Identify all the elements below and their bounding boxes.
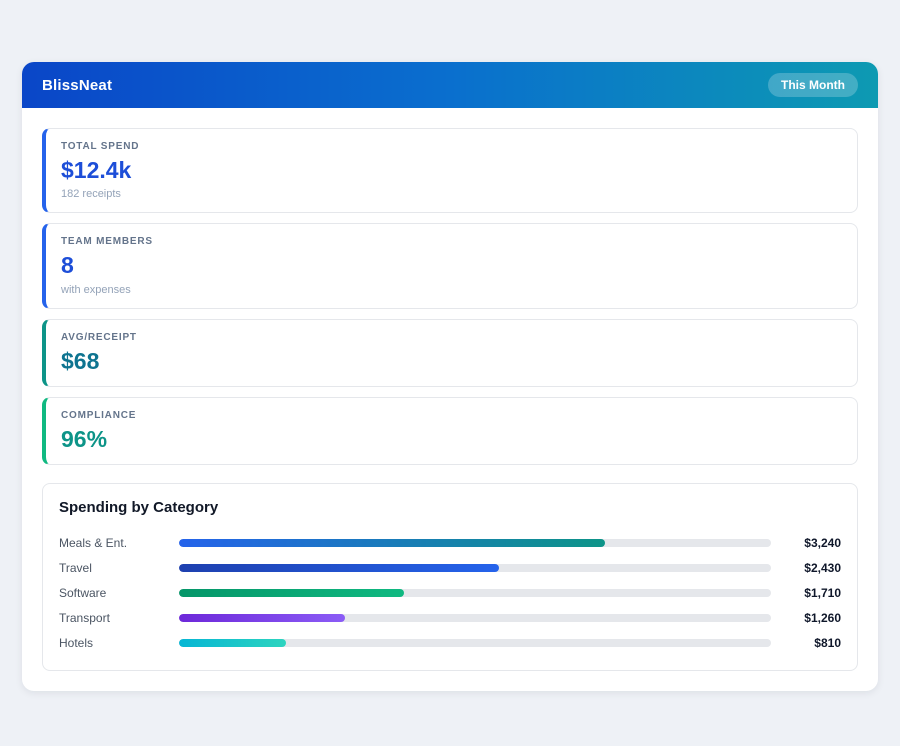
- bar-track: [179, 614, 771, 622]
- stat-value: 96%: [61, 427, 842, 452]
- stat-card-total-spend: TOTAL SPEND $12.4k 182 receipts: [42, 128, 858, 213]
- stat-caption: 182 receipts: [61, 188, 842, 200]
- bar-fill: [179, 589, 404, 597]
- category-label: Software: [59, 586, 179, 600]
- chart-title: Spending by Category: [59, 499, 841, 516]
- category-value: $1,710: [771, 586, 841, 600]
- category-value: $1,260: [771, 611, 841, 625]
- category-value: $810: [771, 636, 841, 650]
- dashboard-card: BlissNeat This Month TOTAL SPEND $12.4k …: [22, 62, 878, 691]
- stat-label: TEAM MEMBERS: [61, 236, 842, 247]
- stat-value: $12.4k: [61, 158, 842, 183]
- stat-value: $68: [61, 349, 842, 374]
- category-value: $2,430: [771, 561, 841, 575]
- stat-label: TOTAL SPEND: [61, 141, 842, 152]
- dashboard-content: TOTAL SPEND $12.4k 182 receipts TEAM MEM…: [22, 108, 878, 691]
- bar-fill: [179, 614, 345, 622]
- category-label: Meals & Ent.: [59, 536, 179, 550]
- spending-by-category-card: Spending by Category Meals & Ent. $3,240…: [42, 483, 858, 671]
- stat-label: COMPLIANCE: [61, 410, 842, 421]
- app-header: BlissNeat This Month: [22, 62, 878, 108]
- category-value: $3,240: [771, 536, 841, 550]
- category-label: Travel: [59, 561, 179, 575]
- bar-fill: [179, 539, 605, 547]
- category-row-software: Software $1,710: [59, 580, 841, 605]
- bar-fill: [179, 564, 499, 572]
- bar-fill: [179, 639, 286, 647]
- stat-caption: with expenses: [61, 284, 842, 296]
- stat-label: AVG/RECEIPT: [61, 332, 842, 343]
- category-row-travel: Travel $2,430: [59, 555, 841, 580]
- bar-track: [179, 589, 771, 597]
- stat-card-team-members: TEAM MEMBERS 8 with expenses: [42, 223, 858, 308]
- period-badge[interactable]: This Month: [768, 73, 858, 97]
- category-label: Hotels: [59, 636, 179, 650]
- stat-card-compliance: COMPLIANCE 96%: [42, 397, 858, 465]
- bar-track: [179, 639, 771, 647]
- category-row-transport: Transport $1,260: [59, 605, 841, 630]
- category-label: Transport: [59, 611, 179, 625]
- category-row-meals: Meals & Ent. $3,240: [59, 530, 841, 555]
- stat-value: 8: [61, 253, 842, 278]
- bar-track: [179, 539, 771, 547]
- bar-track: [179, 564, 771, 572]
- stat-card-avg-receipt: AVG/RECEIPT $68: [42, 319, 858, 387]
- category-row-hotels: Hotels $810: [59, 630, 841, 655]
- app-title: BlissNeat: [42, 77, 112, 94]
